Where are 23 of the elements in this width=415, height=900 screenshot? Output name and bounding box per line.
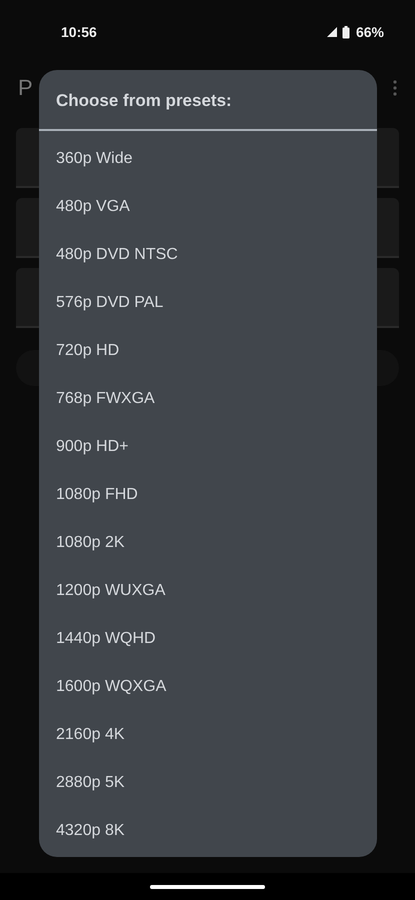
app-title: P [18,75,33,101]
preset-option[interactable]: 2160p 4K [39,711,377,759]
preset-option[interactable]: 1440p WQHD [39,615,377,663]
preset-option[interactable]: 2880p 5K [39,759,377,807]
preset-option[interactable]: 1600p WQXGA [39,663,377,711]
status-time: 10:56 [61,24,97,40]
preset-option[interactable]: 1080p 2K [39,519,377,567]
preset-option[interactable]: 1080p FHD [39,471,377,519]
preset-option[interactable]: 900p HD+ [39,423,377,471]
preset-option[interactable]: 480p VGA [39,183,377,231]
preset-option[interactable]: 576p DVD PAL [39,279,377,327]
dialog-title: Choose from presets: [55,90,233,112]
preset-option[interactable]: 360p Wide [39,135,377,183]
preset-option[interactable]: 720p HD [39,327,377,375]
preset-option[interactable]: 480p DVD NTSC [39,231,377,279]
preset-option[interactable]: 1200p WUXGA [39,567,377,615]
home-indicator[interactable] [150,884,265,888]
preset-option[interactable]: 768p FWXGA [39,375,377,423]
battery-level: 66% [356,24,384,40]
signal-icon [326,26,338,38]
more-icon[interactable] [393,80,397,96]
battery-icon [342,26,350,38]
preset-option[interactable]: 4320p 8K [39,807,377,855]
